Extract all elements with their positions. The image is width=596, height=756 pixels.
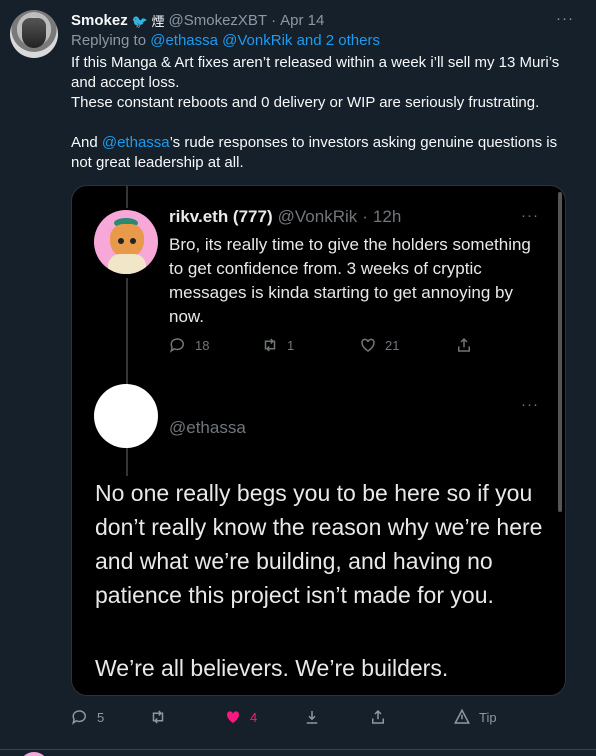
- like-button[interactable]: 4: [224, 708, 257, 726]
- tweet-text-line: If this Manga & Art fixes aren’t release…: [71, 54, 560, 91]
- share-button[interactable]: [369, 708, 387, 726]
- author-handle[interactable]: @SmokezXBT: [169, 12, 268, 29]
- reply-icon: [72, 710, 86, 725]
- retweet-button[interactable]: [149, 708, 175, 726]
- tip-icon: [454, 708, 470, 724]
- divider: [0, 749, 596, 750]
- share-icon: [372, 709, 384, 724]
- retweet-icon: [264, 338, 276, 352]
- tweet: Smokez 🐦 煙 @SmokezXBT · Apr 14 ··· Reply…: [0, 0, 596, 756]
- heart-icon: [226, 711, 240, 723]
- reply-tweet-header: rikv.eth (777) @VonkRik · 12h: [169, 207, 401, 227]
- download-icon: [306, 711, 318, 724]
- tip-label: Tip: [479, 709, 497, 725]
- more-options-icon[interactable]: ···: [556, 10, 574, 27]
- mention-link[interactable]: @ethassa: [102, 134, 170, 151]
- share-icon: [458, 337, 470, 352]
- reply-author-name: rikv.eth (777): [169, 207, 273, 226]
- reply-button[interactable]: 5: [71, 708, 104, 726]
- next-tweet-avatar[interactable]: [19, 752, 49, 756]
- separator-dot: ·: [271, 11, 277, 29]
- attached-screenshot[interactable]: rikv.eth (777) @VonkRik · 12h ··· Bro, i…: [71, 185, 566, 696]
- replying-to: Replying to @ethassa @VonkRik and 2 othe…: [71, 32, 380, 49]
- author-name[interactable]: Smokez: [71, 12, 128, 29]
- reply-count: 5: [97, 709, 105, 725]
- tweet-timestamp[interactable]: Apr 14: [280, 12, 324, 29]
- download-button[interactable]: [303, 708, 321, 726]
- tweet-action-bar: 5 4 Tip: [71, 708, 521, 730]
- reply-author-handle: @VonkRik: [277, 207, 358, 226]
- response-author-handle: @ethassa: [169, 418, 246, 437]
- avatar[interactable]: [10, 10, 58, 58]
- tweet-header: Smokez 🐦 煙 @SmokezXBT · Apr 14: [71, 10, 324, 30]
- retweet-count: 1: [261, 336, 294, 354]
- like-count: 21: [359, 336, 399, 354]
- reply-count-value: 18: [195, 337, 210, 353]
- reply-action-bar: 18 1 21: [169, 336, 489, 356]
- response-tweet-text: We’re all believers. We’re builders.: [95, 655, 449, 681]
- reply-timestamp: 12h: [372, 207, 402, 226]
- thread-line: [126, 186, 128, 208]
- like-count-value: 21: [385, 337, 400, 353]
- scrollbar: [558, 192, 562, 512]
- reply-author-avatar: [94, 210, 158, 274]
- replying-to-links[interactable]: @ethassa @VonkRik and 2 others: [150, 32, 380, 49]
- tweet-text-line: These constant reboots and 0 delivery or…: [71, 94, 540, 111]
- retweet-count-value: 1: [287, 337, 295, 353]
- more-options-icon: ···: [521, 207, 539, 224]
- more-options-icon: ···: [521, 396, 539, 413]
- author-badge-icon: 🐦 煙: [131, 13, 165, 29]
- reply-count: 18: [169, 336, 209, 354]
- share: [455, 336, 473, 354]
- like-count: 4: [250, 709, 258, 725]
- separator-dot: ·: [362, 207, 368, 226]
- tip-button[interactable]: Tip: [453, 708, 497, 726]
- reply-icon: [170, 338, 184, 353]
- tweet-text: If this Manga & Art fixes aren’t release…: [71, 53, 571, 173]
- replying-to-label: Replying to: [71, 32, 147, 49]
- response-tweet-text: No one really begs you to be here so if …: [95, 480, 543, 608]
- tweet-text-line: And @ethassa’s rude responses to investo…: [71, 133, 571, 173]
- reply-tweet-text: Bro, its really time to give the holders…: [169, 235, 531, 326]
- text-prefix: And: [71, 134, 102, 151]
- heart-icon: [361, 338, 375, 352]
- response-author-avatar: [94, 384, 158, 448]
- retweet-icon: [152, 710, 164, 724]
